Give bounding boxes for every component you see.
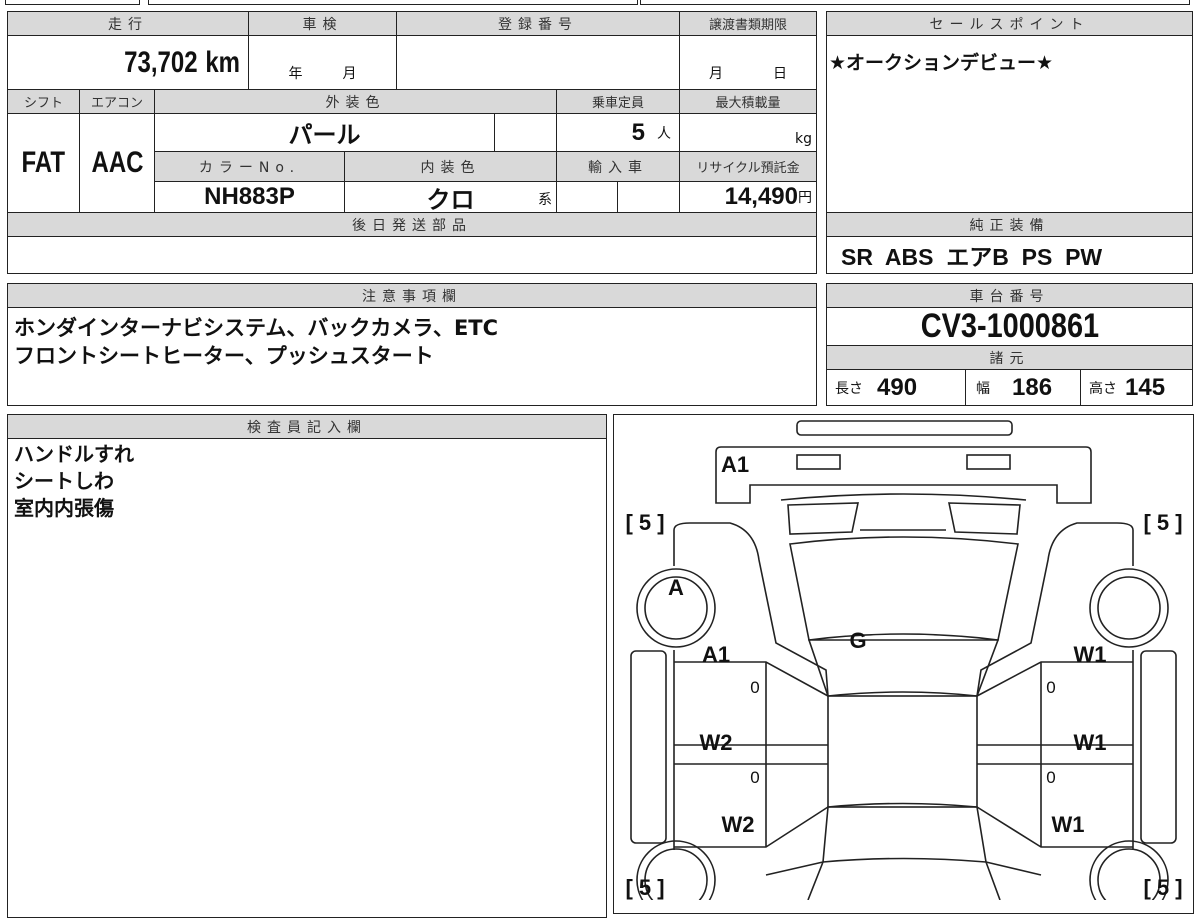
windshield-shape bbox=[789, 536, 1019, 641]
damage-front-bumper: A1 bbox=[720, 452, 750, 477]
count-right-rear-door: 0 bbox=[1046, 768, 1056, 787]
hood-shape bbox=[780, 493, 1027, 535]
right-skirt-shape bbox=[1140, 650, 1177, 844]
roof-shape bbox=[827, 695, 978, 808]
tread-front-right: [ 5 ] bbox=[1143, 510, 1183, 535]
damage-right-rear-door: W1 bbox=[1073, 730, 1107, 755]
count-left-front-door: 0 bbox=[750, 678, 760, 697]
damage-left-rear-door: W2 bbox=[699, 730, 733, 755]
rear-bumper-shape bbox=[796, 420, 1013, 436]
count-left-rear-door: 0 bbox=[750, 768, 760, 787]
tread-rear-right: [ 5 ] bbox=[1143, 875, 1183, 900]
windshield-lower-shape bbox=[807, 639, 1000, 697]
count-right-front-door: 0 bbox=[1046, 678, 1056, 697]
rear-window-shape bbox=[765, 802, 1042, 900]
right-fender-shape bbox=[976, 522, 1134, 697]
damage-left-front-door: A1 bbox=[701, 642, 731, 667]
left-skirt-shape bbox=[630, 650, 667, 844]
damage-front-left-wheel: A bbox=[668, 575, 684, 600]
car-diagram bbox=[630, 420, 1177, 900]
left-fender-shape bbox=[673, 522, 829, 697]
damage-left-rear-fender: W2 bbox=[721, 812, 755, 837]
damage-windshield: G bbox=[849, 628, 867, 653]
damage-right-front-door: W1 bbox=[1073, 642, 1107, 667]
tread-rear-left: [ 5 ] bbox=[625, 875, 665, 900]
headlight-left-shape bbox=[796, 454, 841, 470]
damage-right-rear-fender: W1 bbox=[1051, 812, 1085, 837]
headlight-right-shape bbox=[966, 454, 1011, 470]
tread-front-left: [ 5 ] bbox=[625, 510, 665, 535]
